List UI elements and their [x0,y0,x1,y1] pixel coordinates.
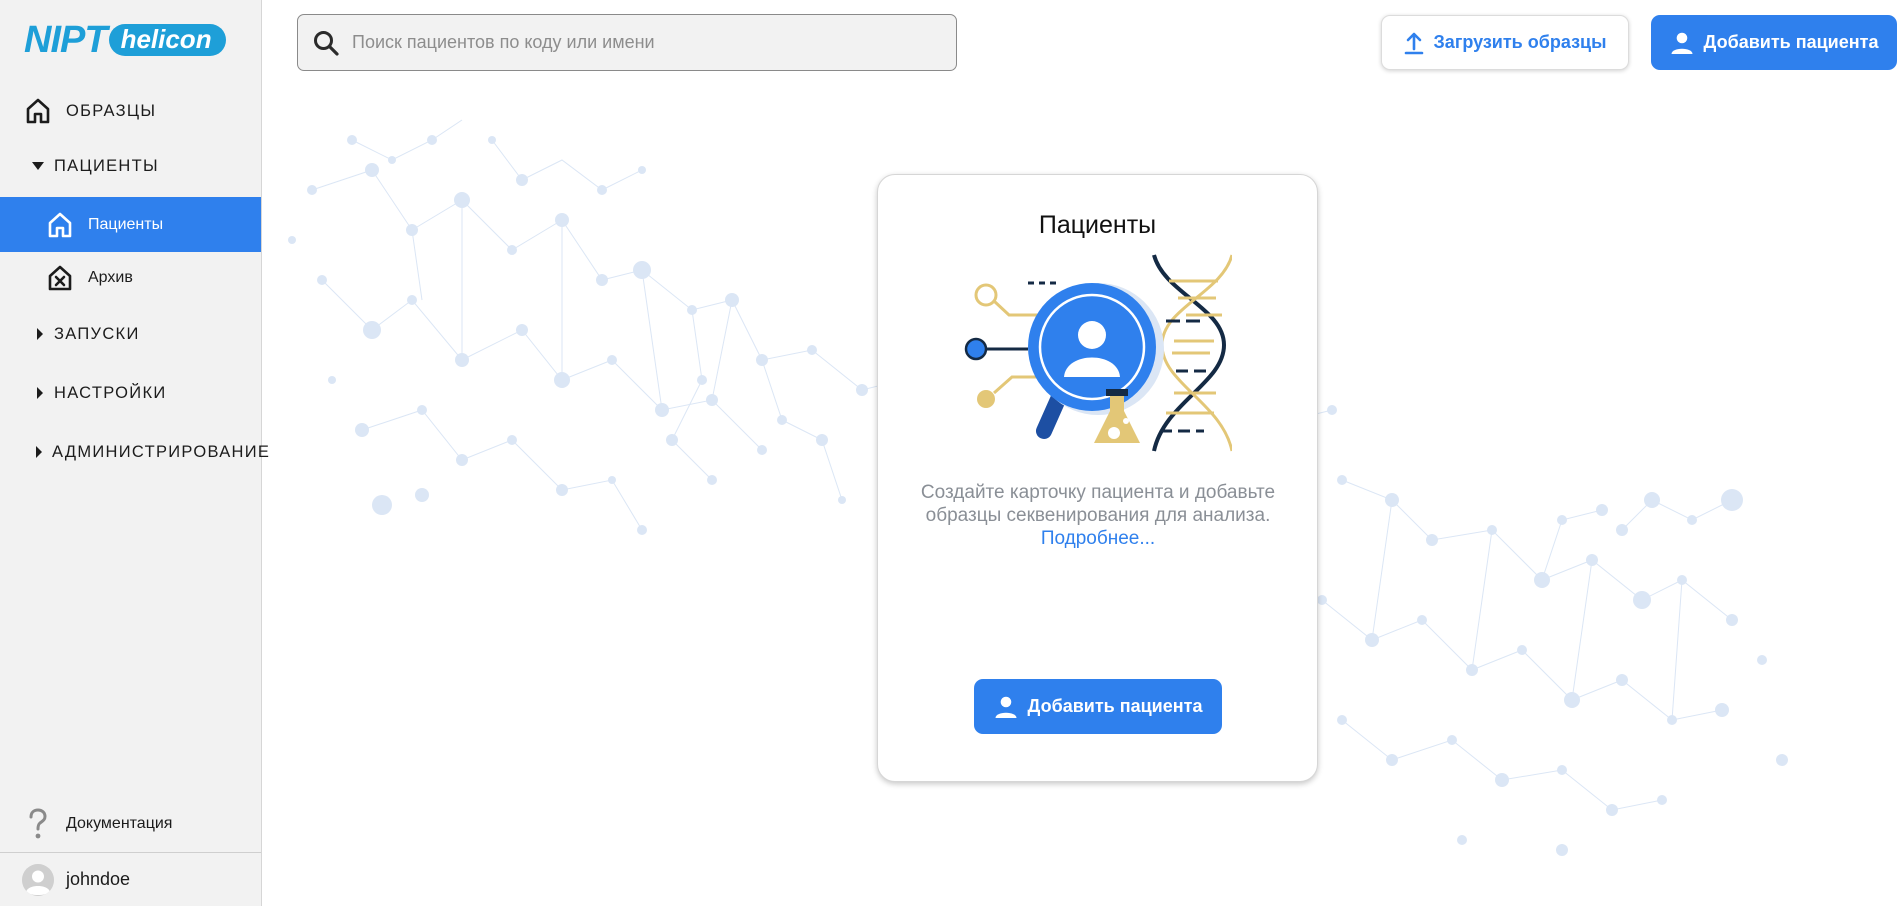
sidebar-item-label: Пациенты [88,215,164,233]
search-icon [312,29,340,57]
caret-right-icon [35,445,43,459]
add-patient-button[interactable]: Добавить пациента [1651,15,1897,70]
upload-samples-button[interactable]: Загрузить образцы [1381,15,1629,70]
learn-more-link[interactable]: Подробнее... [1041,528,1155,549]
upload-icon [1404,31,1424,55]
user-icon [1670,31,1694,55]
username: johndoe [66,869,131,889]
documentation-link[interactable]: Документация [0,800,261,848]
sidebar-item-archive[interactable]: Архив [0,256,261,300]
sidebar-group-patients[interactable]: ПАЦИЕНТЫ [0,144,261,188]
home-icon [24,97,52,125]
app-logo[interactable]: NIPT helicon [24,20,226,60]
logo-text: NIPT [24,19,108,61]
card-title: Пациенты [1038,211,1157,239]
sidebar-item-label: ЗАПУСКИ [54,324,140,343]
home-icon [46,211,74,239]
caret-down-icon [31,161,45,171]
sidebar: NIPT helicon ОБРАЗЦЫ ПАЦИЕНТЫ Пациенты А… [0,0,269,906]
avatar [22,863,54,896]
archive-icon [46,264,74,292]
card-description-text: Создайте карточку пациента и добавьте об… [920,482,1276,526]
sidebar-group-administration[interactable]: АДМИНИСТРИРОВАНИЕ [0,430,269,474]
sidebar-item-patients[interactable]: Пациенты [0,197,261,252]
sidebar-item-label: Архив [88,269,133,286]
add-patient-label: Добавить пациента [1703,32,1879,52]
card-description: Создайте карточку пациента и добавьте об… [918,481,1278,550]
search-input[interactable] [352,22,932,63]
user-icon [994,695,1018,719]
upload-samples-label: Загрузить образцы [1433,32,1607,52]
card-add-patient-label: Добавить пациента [1027,696,1203,716]
sidebar-item-label: ПАЦИЕНТЫ [54,156,159,175]
search-bar[interactable] [297,14,957,71]
sidebar-group-settings[interactable]: НАСТРОЙКИ [0,371,261,415]
patient-search-illustration [964,254,1232,452]
caret-right-icon [35,386,45,400]
logo-badge: helicon [108,24,226,56]
card-add-patient-button[interactable]: Добавить пациента [974,679,1222,734]
sidebar-group-runs[interactable]: ЗАПУСКИ [0,312,261,356]
documentation-label: Документация [66,815,173,832]
question-icon [28,808,48,840]
sidebar-item-samples[interactable]: ОБРАЗЦЫ [0,88,261,134]
sidebar-item-label: ОБРАЗЦЫ [66,101,157,120]
sidebar-item-label: АДМИНИСТРИРОВАНИЕ [52,442,271,461]
caret-right-icon [35,327,45,341]
user-menu[interactable]: johndoe [0,852,261,906]
empty-state-card: Пациенты Создайте карточку пациента и до… [877,174,1318,782]
sidebar-item-label: НАСТРОЙКИ [54,383,167,402]
